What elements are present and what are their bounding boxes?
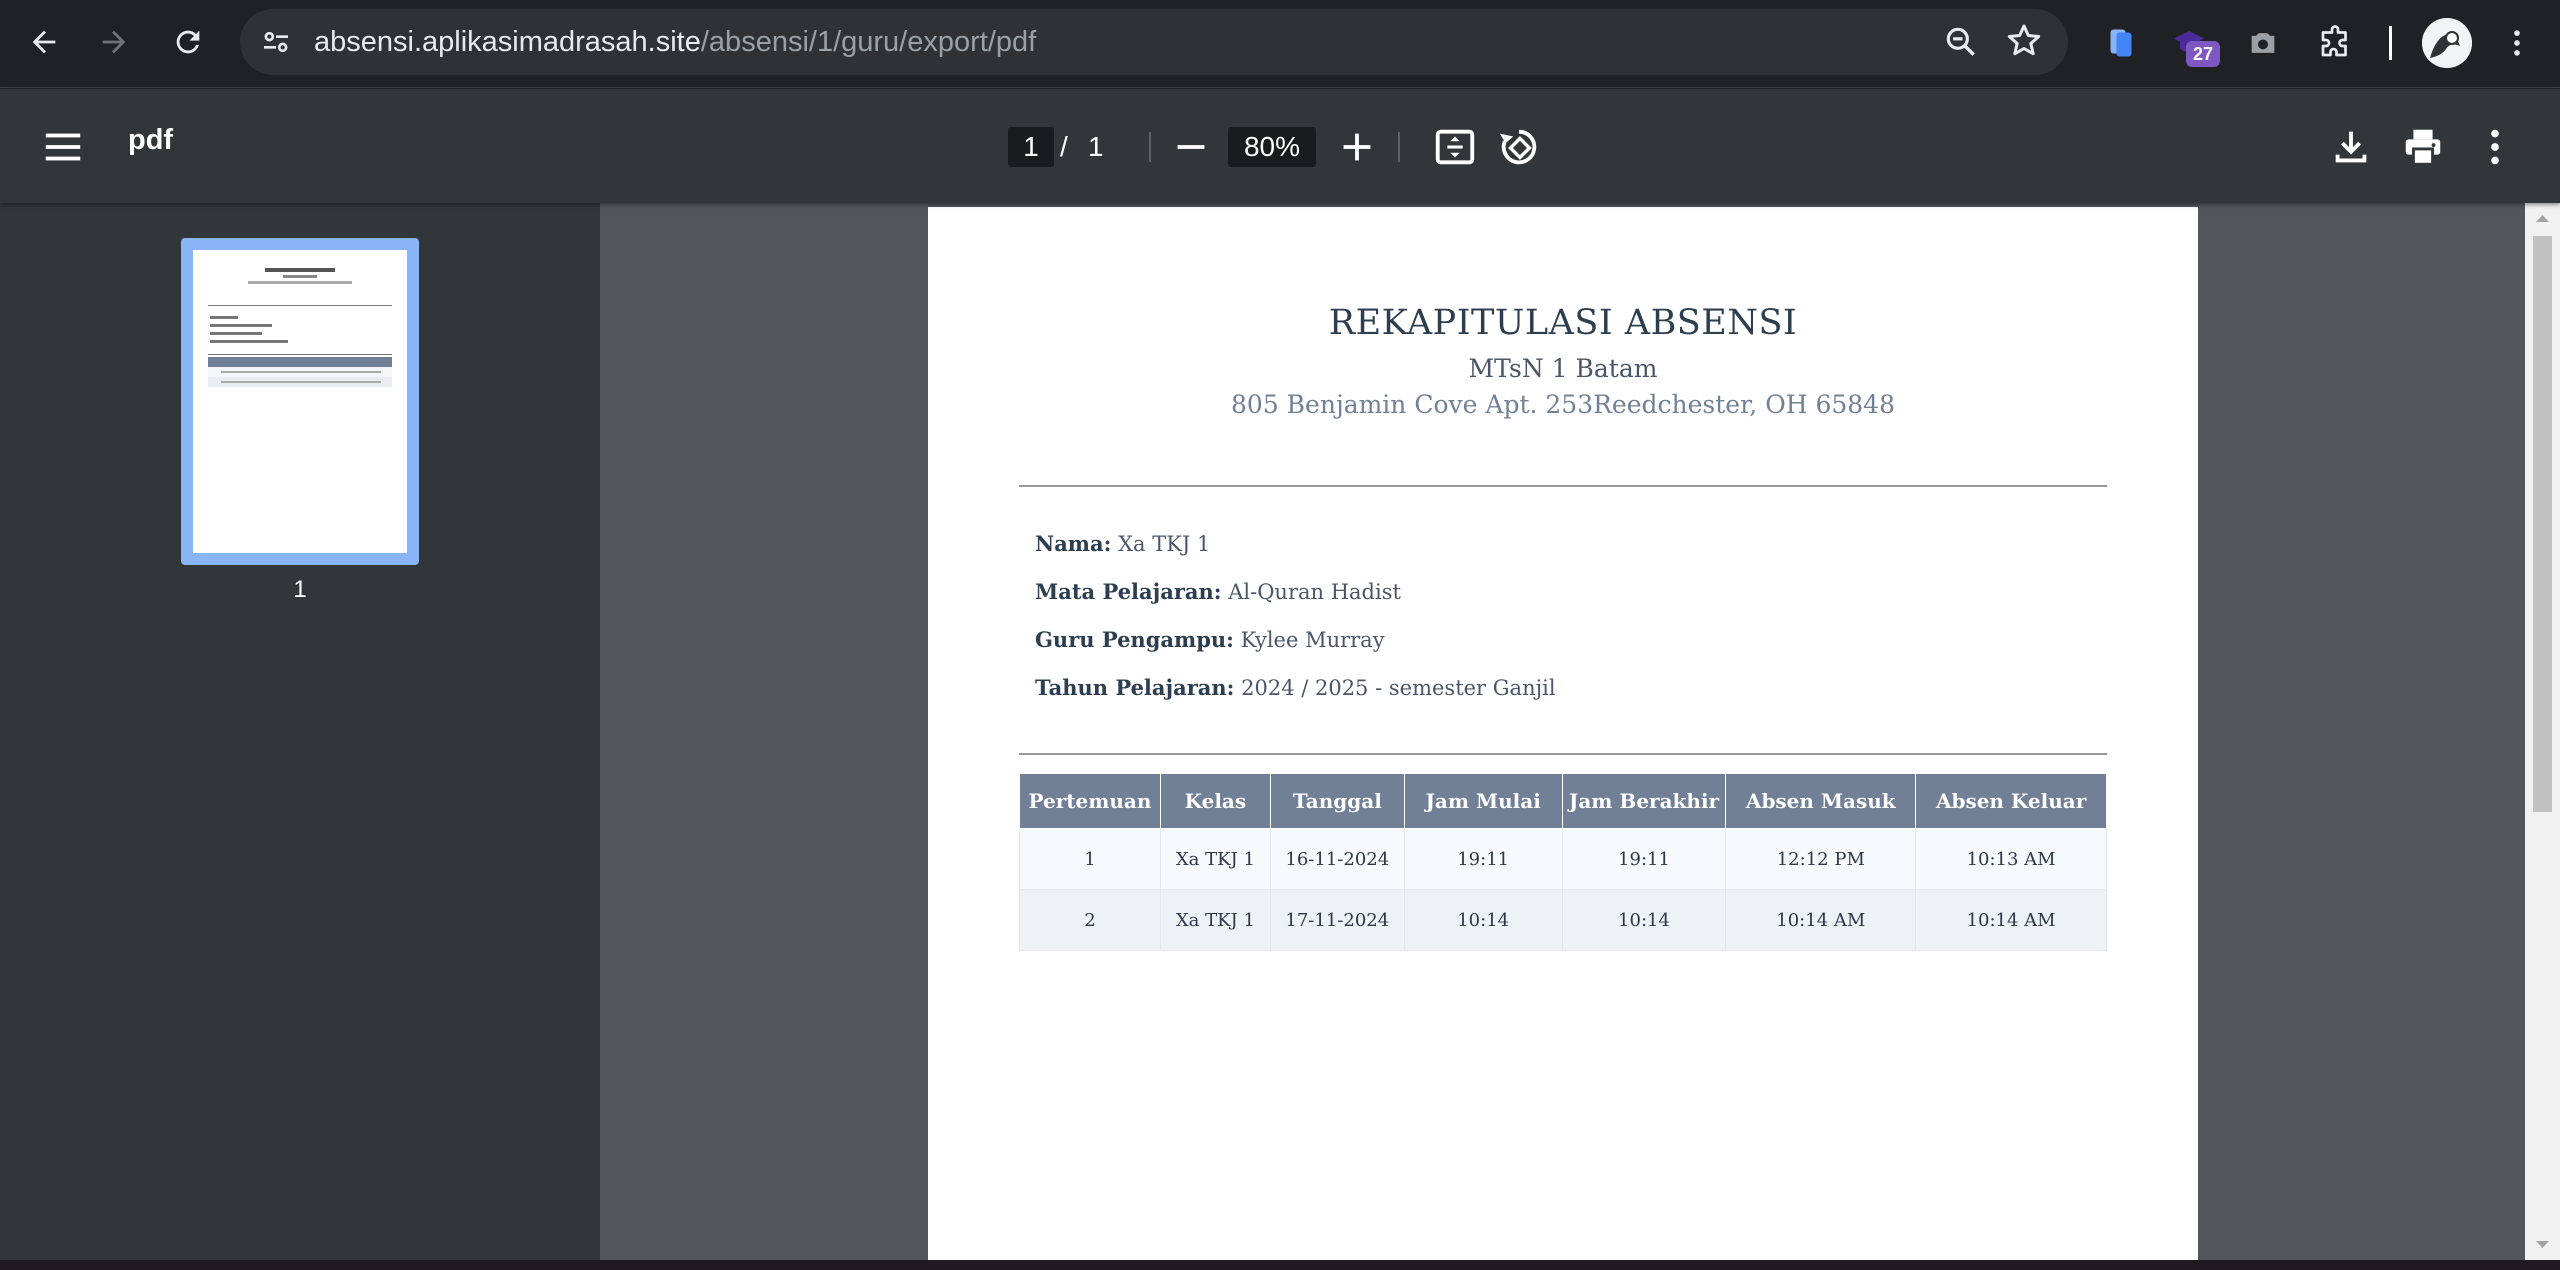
toolbar-divider xyxy=(1398,132,1400,162)
column-header: Kelas xyxy=(1159,773,1271,829)
info-value: 2024 / 2025 - semester Ganjil xyxy=(1241,676,1556,700)
arrow-left-icon xyxy=(32,30,56,54)
info-label: Nama: xyxy=(1035,531,1112,556)
extension-badge: 27 xyxy=(2186,41,2220,67)
reload-icon xyxy=(176,30,200,54)
table-cell: 1 xyxy=(1019,828,1161,890)
url-path: /absensi/1/guru/export/pdf xyxy=(700,26,1037,58)
scroll-down-arrow-icon[interactable] xyxy=(2525,1230,2560,1260)
attendance-table: Pertemuan Kelas Tanggal Jam Mulai Jam Be… xyxy=(1019,773,2107,951)
school-address: 805 Benjamin Cove Apt. 253Reedchester, O… xyxy=(1231,390,1895,419)
table-cell: 19:11 xyxy=(1561,828,1727,890)
table-cell: 2 xyxy=(1019,889,1161,951)
column-header: Absen Masuk xyxy=(1725,773,1917,829)
info-label: Guru Pengampu: xyxy=(1035,627,1234,652)
info-label: Mata Pelajaran: xyxy=(1035,579,1222,604)
column-header: Tanggal xyxy=(1269,773,1405,829)
extensions-menu-button[interactable] xyxy=(2310,18,2360,68)
rotate-icon[interactable] xyxy=(1496,124,1542,170)
info-value: Kylee Murray xyxy=(1240,628,1385,652)
info-value: Xa TKJ 1 xyxy=(1118,532,1211,556)
thumbnail-sidebar: 1 xyxy=(0,203,600,1260)
reload-button[interactable] xyxy=(160,14,216,70)
zoom-out-icon[interactable] xyxy=(1942,23,1980,61)
kebab-menu-icon xyxy=(2514,30,2520,56)
document-viewport[interactable]: REKAPITULASI ABSENSI MTsN 1 Batam 805 Be… xyxy=(600,203,2525,1260)
school-name: MTsN 1 Batam xyxy=(1468,354,1658,383)
zoom-out-minus-icon[interactable] xyxy=(1168,124,1214,170)
avatar-image-icon xyxy=(2422,18,2472,68)
column-header: Absen Keluar xyxy=(1915,773,2107,829)
table-cell: Xa TKJ 1 xyxy=(1159,889,1271,951)
table-cell: 10:14 xyxy=(1561,889,1727,951)
info-label: Tahun Pelajaran: xyxy=(1035,675,1235,700)
table-cell: 10:13 AM xyxy=(1915,828,2107,890)
pdf-viewer-toolbar: pdf 1 / 1 80% xyxy=(0,89,2560,203)
scroll-up-arrow-icon[interactable] xyxy=(2525,203,2560,233)
toolbar-divider xyxy=(2389,26,2392,60)
document-extension-icon xyxy=(2110,29,2132,57)
back-button[interactable] xyxy=(16,14,72,70)
zoom-in-plus-icon[interactable] xyxy=(1334,124,1380,170)
url-text[interactable]: absensi.aplikasimadrasah.site/absensi/1/… xyxy=(314,9,1036,75)
fit-to-page-icon[interactable] xyxy=(1432,124,1478,170)
pdf-page: REKAPITULASI ABSENSI MTsN 1 Batam 805 Be… xyxy=(928,207,2198,1260)
address-bar[interactable]: absensi.aplikasimadrasah.site/absensi/1/… xyxy=(240,9,2068,75)
bookmark-star-icon[interactable] xyxy=(2004,21,2044,61)
chrome-menu-button[interactable] xyxy=(2492,18,2542,68)
thumbnail-page-label: 1 xyxy=(293,576,307,603)
page-separator: / xyxy=(1060,131,1068,162)
column-header: Jam Berakhir xyxy=(1561,773,1727,829)
table-cell: 10:14 xyxy=(1403,889,1563,951)
zoom-level-input[interactable]: 80% xyxy=(1228,127,1316,167)
hamburger-menu-icon[interactable] xyxy=(40,124,86,170)
forward-button[interactable] xyxy=(86,14,142,70)
url-host: absensi.aplikasimadrasah.site xyxy=(314,26,701,58)
site-info-button[interactable] xyxy=(252,18,300,66)
info-row-mata-pelajaran: Mata Pelajaran: Al-Quran Hadist xyxy=(1035,579,1401,604)
table-cell: 19:11 xyxy=(1403,828,1563,890)
column-header: Jam Mulai xyxy=(1403,773,1563,829)
download-icon[interactable] xyxy=(2328,124,2374,170)
table-row: 1 Xa TKJ 1 16-11-2024 19:11 19:11 12:12 … xyxy=(1019,828,2107,890)
info-row-guru-pengampu: Guru Pengampu: Kylee Murray xyxy=(1035,627,1385,652)
divider-line xyxy=(1019,485,2107,487)
toolbar-divider xyxy=(1149,132,1151,162)
table-header-row: Pertemuan Kelas Tanggal Jam Mulai Jam Be… xyxy=(1019,773,2107,829)
table-cell: 12:12 PM xyxy=(1725,828,1917,890)
vertical-scrollbar[interactable] xyxy=(2525,203,2560,1260)
camera-icon xyxy=(2251,33,2275,53)
report-title: REKAPITULASI ABSENSI xyxy=(1328,303,1798,343)
arrow-right-icon xyxy=(102,30,126,54)
column-header: Pertemuan xyxy=(1019,773,1161,829)
table-cell: 16-11-2024 xyxy=(1269,828,1405,890)
info-row-nama: Nama: Xa TKJ 1 xyxy=(1035,531,1210,556)
puzzle-piece-icon xyxy=(2321,25,2347,57)
table-cell: 17-11-2024 xyxy=(1269,889,1405,951)
browser-toolbar: absensi.aplikasimadrasah.site/absensi/1/… xyxy=(0,0,2560,88)
thumbnail-content-graphic xyxy=(208,268,392,387)
pdf-document-title: pdf xyxy=(128,124,174,156)
profile-avatar[interactable] xyxy=(2422,18,2472,68)
extension-docs-button[interactable] xyxy=(2096,18,2146,68)
divider-line xyxy=(1019,753,2107,755)
page-total: 1 xyxy=(1088,131,1104,162)
table-row: 2 Xa TKJ 1 17-11-2024 10:14 10:14 10:14 … xyxy=(1019,889,2107,951)
taskbar-edge xyxy=(0,1260,2560,1270)
info-row-tahun-pelajaran: Tahun Pelajaran: 2024 / 2025 - semester … xyxy=(1035,675,1556,700)
table-cell: Xa TKJ 1 xyxy=(1159,828,1271,890)
info-value: Al-Quran Hadist xyxy=(1228,580,1401,604)
scrollbar-thumb[interactable] xyxy=(2533,236,2552,812)
page-number-input[interactable]: 1 xyxy=(1008,127,1054,167)
more-options-icon[interactable] xyxy=(2472,124,2518,170)
print-icon[interactable] xyxy=(2400,124,2446,170)
extension-camera-button[interactable] xyxy=(2238,18,2288,68)
page-thumbnail[interactable] xyxy=(181,238,419,565)
thumbnail-page-preview xyxy=(193,250,407,553)
tune-icon xyxy=(264,31,288,53)
table-cell: 10:14 AM xyxy=(1725,889,1917,951)
table-cell: 10:14 AM xyxy=(1915,889,2107,951)
